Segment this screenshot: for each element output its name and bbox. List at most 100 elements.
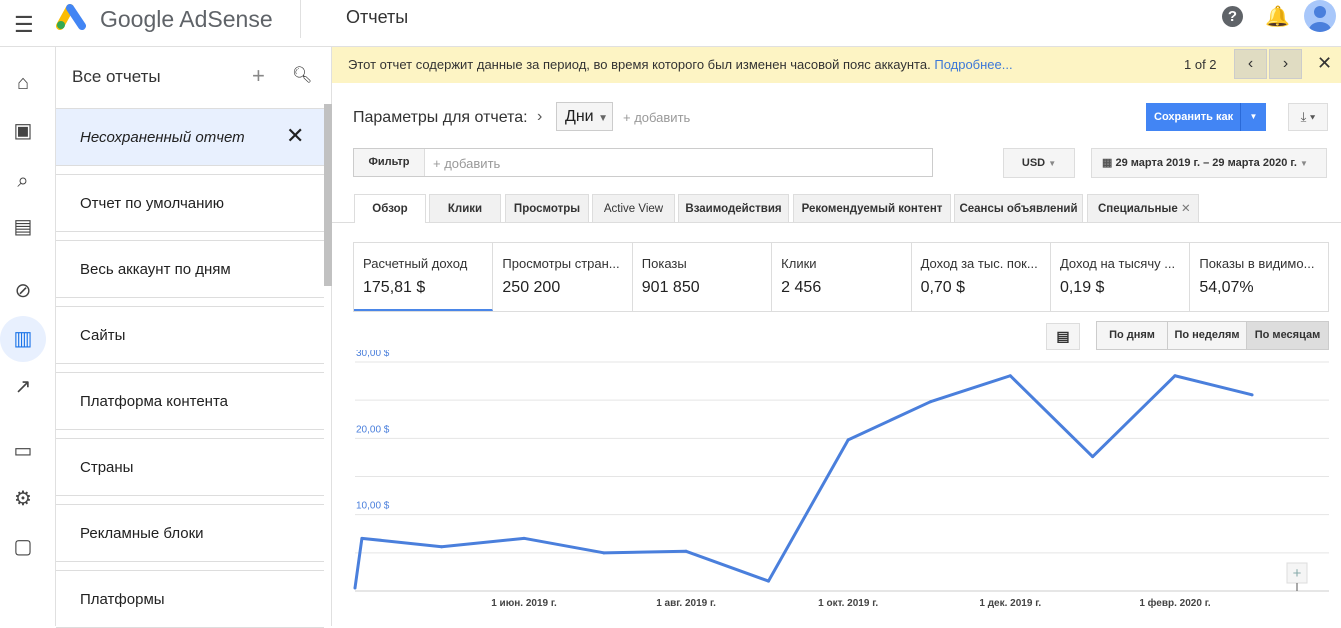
data-point [1091,455,1095,459]
tab-clicks[interactable]: Клики [429,194,501,222]
reports-icon[interactable]: ▥ [0,316,46,362]
x-tick-label: 1 июн. 2019 г. [491,598,557,609]
annotations-icon[interactable]: ▤ [1046,323,1080,350]
data-point [929,400,933,404]
home-icon[interactable]: ⌂ [11,71,35,95]
report-item[interactable]: Платформы [56,570,324,628]
scrollbar[interactable] [324,104,332,286]
y-tick-label: 10,00 $ [356,501,390,512]
metric-name: Клики [781,256,817,271]
add-report-button[interactable]: + [252,63,265,89]
tab-ad-sessions[interactable]: Сеансы объявлений [954,194,1083,222]
bell-icon[interactable]: 🔔 [1265,4,1290,29]
close-icon[interactable]: ✕ [1181,203,1191,215]
report-item[interactable]: Рекламные блоки [56,504,324,562]
y-tick-label: 30,00 $ [356,350,390,359]
revenue-line [353,374,1253,589]
metric-value: 901 850 [641,279,700,296]
learn-more-link[interactable]: Подробнее... [934,57,1012,72]
tab-custom[interactable]: Специальные ✕ [1087,194,1199,222]
feedback-icon[interactable]: ▢ [11,535,35,559]
caret-down-icon: ▼ [598,113,608,124]
report-item[interactable]: Сайты [56,306,324,364]
metric-card-page-rpm[interactable]: Доход за тыс. пок... 0,70 $ [912,243,1051,311]
x-tick-label: 1 дек. 2019 г. [979,598,1041,609]
granularity-months[interactable]: По месяцам [1246,321,1329,350]
report-item[interactable]: Платформа контента [56,372,324,430]
notice-banner: Этот отчет содержит данные за период, во… [332,47,1341,83]
date-range-picker[interactable]: ▦ 29 марта 2019 г. – 29 марта 2020 г. ▼ [1091,148,1327,178]
chevron-right-icon: › [537,108,543,125]
y-tick-label: 20,00 $ [356,424,390,435]
block-icon[interactable]: ⊘ [11,279,35,303]
metric-card-impression-rpm[interactable]: Доход на тысячу ... 0,19 $ [1051,243,1191,311]
x-tick-label: 1 окт. 2019 г. [818,598,878,609]
add-dimension-button[interactable]: + добавить [623,110,690,125]
close-icon[interactable]: ✕ [286,123,304,149]
divider [300,0,301,38]
download-icon[interactable]: ⤓ ▾ [1288,103,1328,131]
metric-value: 2 456 [781,279,822,296]
metric-name: Доход за тыс. пок... [920,256,1038,271]
ads-icon[interactable]: ▣ [11,119,35,143]
metric-card-impressions[interactable]: Показы 901 850 [633,243,773,311]
caret-down-icon[interactable]: ▼ [1240,103,1266,131]
filter-input[interactable]: + добавить [433,156,500,171]
data-point [360,536,364,540]
settings-icon[interactable]: ⚙ [11,487,35,511]
metric-value: 175,81 $ [363,279,426,296]
currency-dropdown[interactable]: USD ▼ [1003,148,1075,178]
data-point [766,579,770,583]
search-preview-icon[interactable]: ⌕ [11,169,35,193]
tab-recommended-content[interactable]: Рекомендуемый контент [793,194,951,222]
metric-name: Доход на тысячу ... [1059,256,1176,271]
help-icon[interactable]: ? [1222,6,1243,27]
layout-icon[interactable]: ▤ [11,215,35,239]
metric-card-viewability[interactable]: Показы в видимо... 54,07% [1190,243,1329,311]
avatar[interactable] [1304,0,1336,32]
tab-overview[interactable]: Обзор [354,194,426,223]
close-icon[interactable]: ✕ [1317,53,1332,74]
report-item[interactable]: Страны [56,438,324,496]
report-item[interactable]: Весь аккаунт по дням [56,240,324,298]
metric-name: Расчетный доход [363,256,468,271]
tab-custom-label: Специальные [1098,203,1178,215]
top-bar: ☰ Google AdSense Отчеты ? 🔔 [0,0,1341,47]
currency-value: USD [1021,157,1046,169]
data-point [440,545,444,549]
metric-cards: Расчетный доход 175,81 $ Просмотры стран.… [353,242,1329,312]
panel-title: Все отчеты [72,67,161,86]
brand-name: Google AdSense [100,6,273,32]
filter-label: Фильтр [354,149,425,176]
banner-text: Этот отчет содержит данные за период, во… [348,57,1013,72]
dimension-dropdown[interactable]: Дни ▼ [556,102,613,131]
metric-card-pageviews[interactable]: Просмотры стран... 250 200 [493,243,633,311]
menu-icon[interactable]: ☰ [14,12,34,38]
data-point [846,438,850,442]
granularity-weeks[interactable]: По неделям [1167,321,1247,350]
page-title: Отчеты [346,7,409,27]
unsaved-report[interactable]: Несохраненный отчет ✕ [56,108,324,166]
payments-icon[interactable]: ▭ [11,439,35,463]
plus-icon: + [1293,565,1302,582]
metric-card-clicks[interactable]: Клики 2 456 [772,243,912,311]
banner-message: Этот отчет содержит данные за период, во… [348,57,931,72]
metric-card-revenue[interactable]: Расчетный доход 175,81 $ [354,243,494,311]
prev-button[interactable]: ‹ [1234,49,1267,79]
tab-pageviews[interactable]: Просмотры [505,194,589,222]
unsaved-label: Несохраненный отчет [80,129,245,146]
filter-bar[interactable]: Фильтр + добавить [353,148,933,177]
tab-active-view[interactable]: Active View [592,194,675,222]
metric-value: 0,70 $ [920,279,966,296]
search-icon[interactable]: 🔍︎ [292,65,312,85]
report-item[interactable]: Отчет по умолчанию [56,174,324,232]
data-point [353,586,357,590]
metric-value: 54,07% [1199,279,1254,296]
next-button[interactable]: › [1269,49,1302,79]
metric-value: 250 200 [502,279,561,296]
trending-icon[interactable]: ↗ [11,375,35,399]
granularity-days[interactable]: По дням [1096,321,1168,350]
save-as-label: Сохранить как [1154,111,1234,123]
tab-interactions[interactable]: Взаимодействия [678,194,789,222]
save-as-button[interactable]: Сохранить как ▼ [1146,103,1266,131]
